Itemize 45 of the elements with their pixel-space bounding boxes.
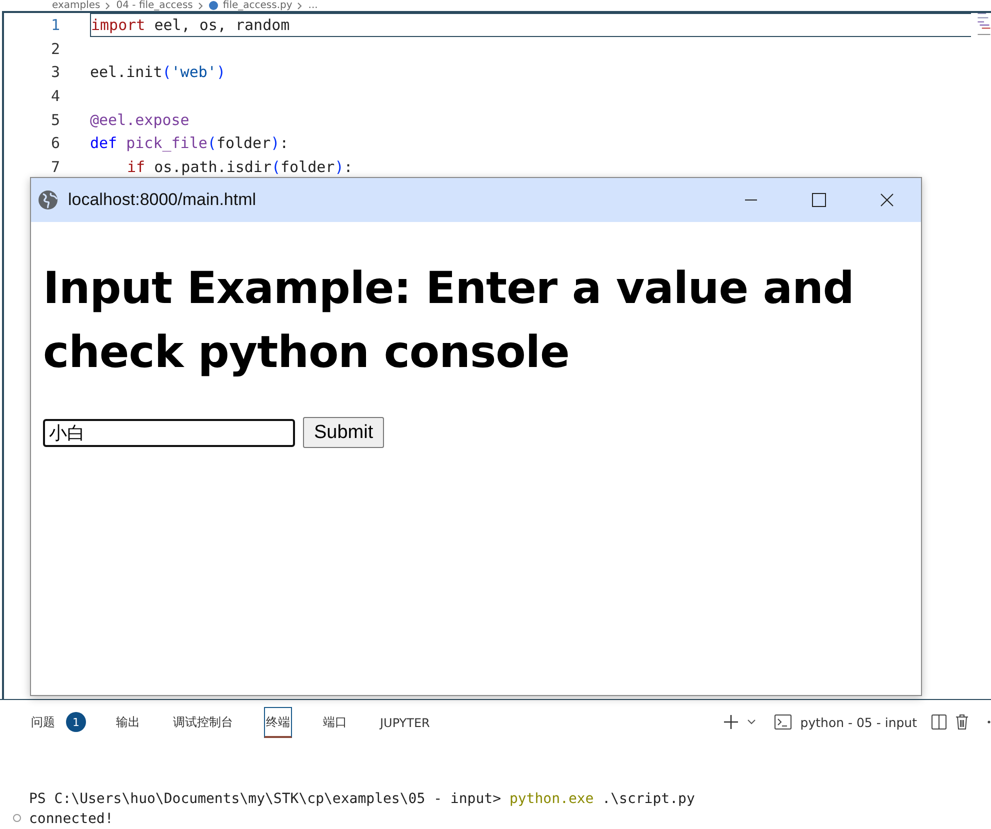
- line-number: 2: [50, 40, 61, 58]
- terminal-name[interactable]: python - 05 - input: [800, 714, 917, 730]
- chevron-right-icon: [297, 1, 304, 11]
- breadcrumb-item[interactable]: examples: [52, 0, 100, 11]
- chevron-right-icon: [198, 1, 204, 11]
- panel-tab[interactable]: 终端: [264, 706, 292, 738]
- more-icon[interactable]: [987, 720, 991, 724]
- line-number: 3: [50, 63, 61, 82]
- chevron-right-icon: [105, 1, 112, 11]
- breadcrumb-item[interactable]: ...: [308, 0, 318, 11]
- terminal-line: connected!: [29, 811, 114, 827]
- panel-tab[interactable]: 输出: [114, 707, 142, 737]
- panel-tab[interactable]: JUPYTER: [378, 708, 432, 736]
- line-number: 4: [50, 86, 61, 105]
- window-title: localhost:8000/main.html: [68, 190, 258, 210]
- code-line: if os.path.isdir(folder):: [126, 158, 353, 176]
- code-line: eel.init('web'): [90, 63, 226, 82]
- terminal-line: PS C:\Users\huo\Documents\my\STK\cp\examples\05 - input> python.exe .\script.py: [29, 791, 695, 807]
- line-number: 7: [50, 158, 61, 176]
- code-line: @eel.expose: [90, 110, 190, 129]
- globe-icon: [38, 190, 58, 210]
- maximize-icon[interactable]: [812, 193, 826, 207]
- panel-tab[interactable]: 调试控制台: [171, 707, 235, 737]
- page-heading: Input Example: Enter a value and check python console: [43, 262, 855, 380]
- split-icon[interactable]: [931, 714, 947, 730]
- code-line: def pick_file(folder):: [90, 134, 289, 152]
- line-number: 1: [50, 16, 61, 34]
- terminal-icon: [774, 714, 792, 730]
- plus-icon[interactable]: [723, 714, 740, 730]
- breadcrumb-item[interactable]: file_access.py: [222, 0, 292, 11]
- submit-button[interactable]: Submit: [303, 417, 384, 448]
- python-file-icon: [208, 1, 218, 10]
- breadcrumb-item[interactable]: 04 - file_access: [116, 0, 193, 11]
- trash-icon[interactable]: [955, 714, 969, 730]
- line-number: 5: [50, 110, 61, 129]
- input-field[interactable]: 小白: [43, 418, 295, 446]
- panel-tab[interactable]: 端口: [321, 707, 349, 737]
- count-badge: 1: [66, 712, 86, 732]
- chevron-down-icon[interactable]: [747, 719, 756, 725]
- code-line: import eel, os, random: [90, 12, 971, 37]
- line-number: 6: [50, 134, 61, 152]
- circle-icon: [13, 814, 21, 822]
- minimap-drawing: [977, 13, 991, 35]
- close-icon[interactable]: [880, 193, 894, 207]
- panel-tab[interactable]: 问题: [29, 707, 57, 737]
